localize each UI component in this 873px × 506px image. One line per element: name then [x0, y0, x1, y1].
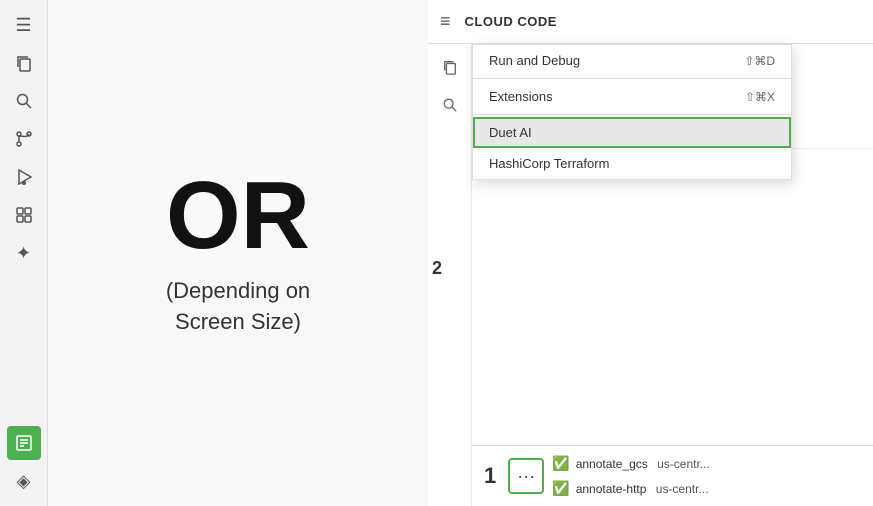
dropdown-extensions[interactable]: Extensions ⇧⌘X: [473, 81, 791, 112]
dropdown-run-debug[interactable]: Run and Debug ⇧⌘D: [473, 45, 791, 76]
list-item-annotate-http: ✅ annotate-http us-centr...: [552, 477, 710, 500]
cloud-code-title: CLOUD CODE: [465, 14, 557, 29]
extensions-icon[interactable]: [7, 198, 41, 232]
middle-section: OR (Depending onScreen Size): [48, 0, 428, 506]
service-region-2: us-centr...: [652, 482, 708, 496]
bottom-dots-button[interactable]: ···: [508, 458, 544, 494]
top-hamburger-icon[interactable]: ≡: [440, 11, 451, 32]
dropdown-separator-2: [473, 114, 791, 115]
panel-copy-icon[interactable]: [435, 52, 465, 82]
dropdown-menu: Run and Debug ⇧⌘D Extensions ⇧⌘X Duet AI…: [472, 44, 792, 180]
sparkle-icon[interactable]: ✦: [7, 236, 41, 270]
panel-search-icon[interactable]: [435, 90, 465, 120]
bottom-row: 1 ··· ✅ annotate_gcs us-centr... ✅ annot…: [472, 446, 873, 506]
dropdown-hashicorp[interactable]: HashiCorp Terraform: [473, 148, 791, 179]
check-icon-1: ✅: [552, 455, 569, 472]
top-bar: ≡ CLOUD CODE: [428, 0, 873, 44]
list-item-annotate-gcs: ✅ annotate_gcs us-centr...: [552, 452, 710, 475]
service-region-1: us-centr...: [654, 457, 710, 471]
right-panel: ≡ CLOUD CODE ›: [428, 0, 873, 506]
bottom-area: 1 ··· ✅ annotate_gcs us-centr... ✅ annot…: [472, 445, 873, 506]
terraform-icon[interactable]: ◈: [7, 464, 41, 498]
step-number-1: 1: [484, 463, 496, 489]
sidebar: ☰ ✦: [0, 0, 48, 506]
check-icon-2: ✅: [552, 480, 569, 497]
service-name-1: annotate_gcs: [576, 457, 648, 471]
step-number-2: 2: [432, 258, 442, 279]
depends-label: (Depending onScreen Size): [166, 276, 310, 338]
copy-icon[interactable]: [7, 46, 41, 80]
hamburger-icon[interactable]: ☰: [7, 8, 41, 42]
dropdown-separator-1: [473, 78, 791, 79]
dropdown-duet-ai[interactable]: Duet AI: [473, 117, 791, 148]
run-debug-icon[interactable]: [7, 160, 41, 194]
search-icon[interactable]: [7, 84, 41, 118]
or-label: OR: [166, 168, 310, 264]
source-control-icon[interactable]: [7, 122, 41, 156]
service-name-2: annotate-http: [576, 482, 647, 496]
notes-icon[interactable]: [7, 426, 41, 460]
